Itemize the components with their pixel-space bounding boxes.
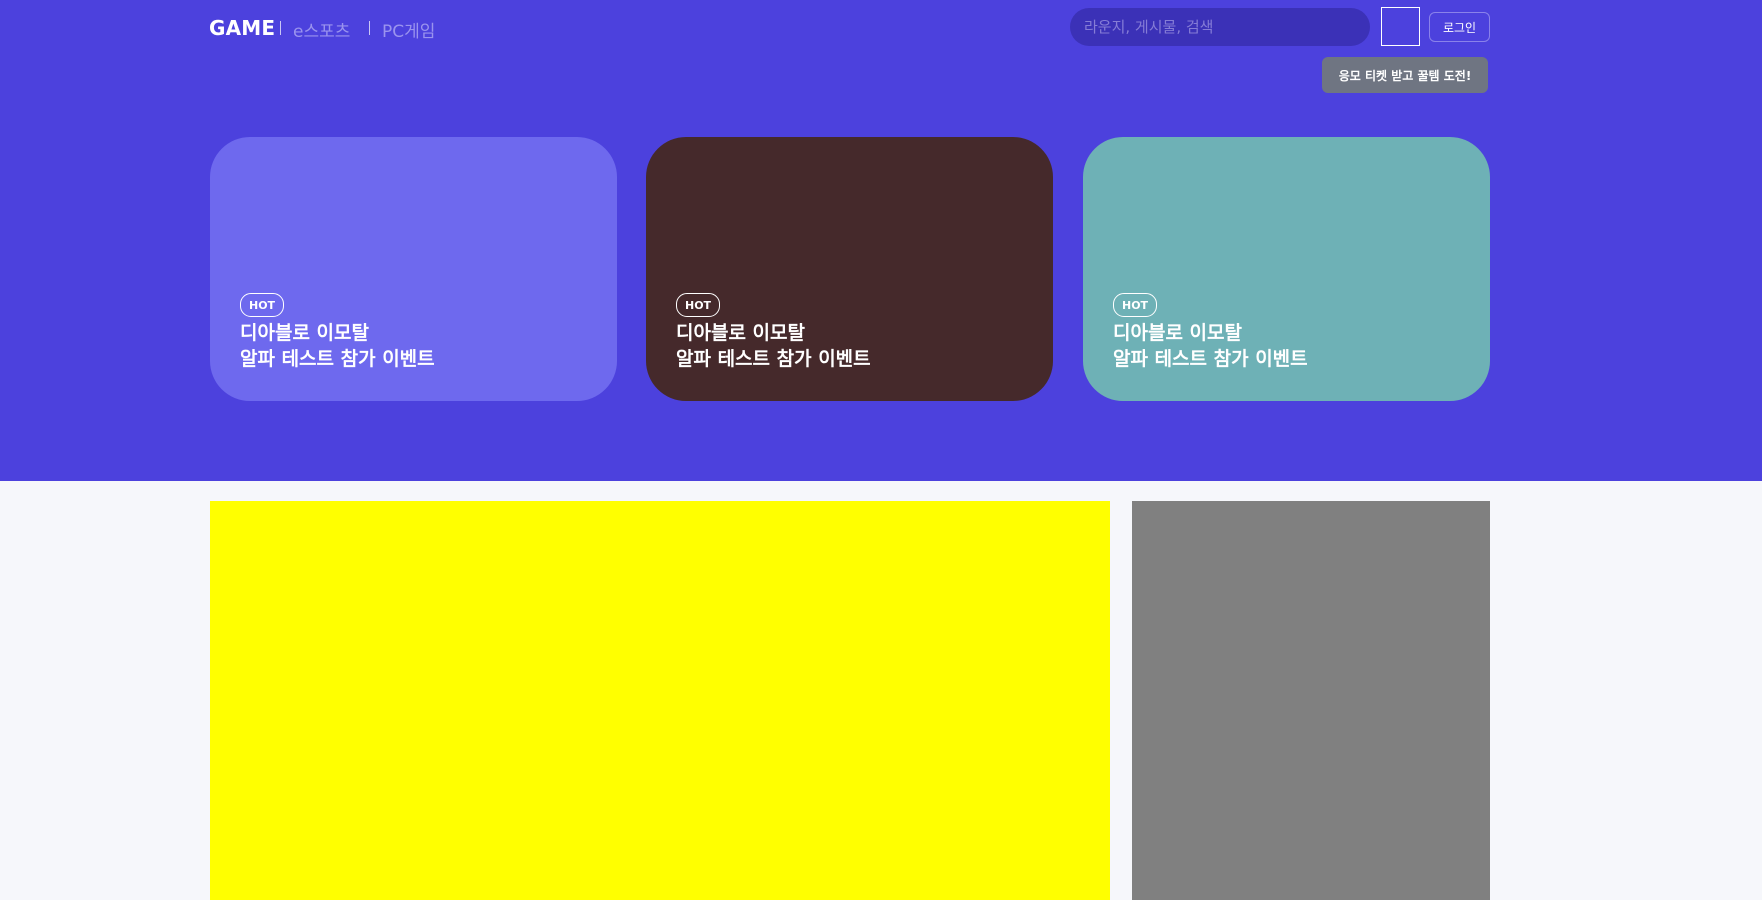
ad-banner-side[interactable]	[1132, 501, 1490, 900]
ad-banner-main[interactable]	[210, 501, 1110, 900]
card-title-line2: 알파 테스트 참가 이벤트	[1113, 348, 1308, 370]
card-title-line1: 디아블로 이모탈	[676, 322, 805, 344]
event-card[interactable]: HOT 디아블로 이모탈 알파 테스트 참가 이벤트	[1083, 137, 1490, 401]
card-title-line2: 알파 테스트 참가 이벤트	[676, 348, 871, 370]
card-title-line1: 디아블로 이모탈	[1113, 322, 1242, 344]
nav-separator	[280, 21, 281, 35]
profile-button[interactable]	[1381, 7, 1420, 46]
login-button[interactable]: 로그인	[1429, 12, 1490, 42]
nav-link-esports[interactable]: e스포츠	[293, 17, 350, 42]
event-card[interactable]: HOT 디아블로 이모탈 알파 테스트 참가 이벤트	[210, 137, 617, 401]
card-title: 디아블로 이모탈 알파 테스트 참가 이벤트	[676, 320, 871, 372]
search-input[interactable]	[1070, 8, 1370, 46]
card-title-line2: 알파 테스트 참가 이벤트	[240, 348, 435, 370]
card-title-line1: 디아블로 이모탈	[240, 322, 369, 344]
logo-link[interactable]: GAME	[209, 16, 275, 40]
hero-section: GAME e스포츠 PC게임 로그인 응모 티켓 받고 꿀템 도전! HOT 디…	[0, 0, 1762, 481]
hot-badge: HOT	[676, 293, 721, 317]
event-tooltip: 응모 티켓 받고 꿀템 도전!	[1322, 57, 1488, 93]
nav-separator	[369, 21, 370, 35]
hot-badge: HOT	[240, 293, 285, 317]
nav-link-pc-game[interactable]: PC게임	[382, 17, 435, 42]
card-title: 디아블로 이모탈 알파 테스트 참가 이벤트	[1113, 320, 1308, 372]
card-title: 디아블로 이모탈 알파 테스트 참가 이벤트	[240, 320, 435, 372]
hot-badge: HOT	[1113, 293, 1158, 317]
event-card[interactable]: HOT 디아블로 이모탈 알파 테스트 참가 이벤트	[646, 137, 1053, 401]
